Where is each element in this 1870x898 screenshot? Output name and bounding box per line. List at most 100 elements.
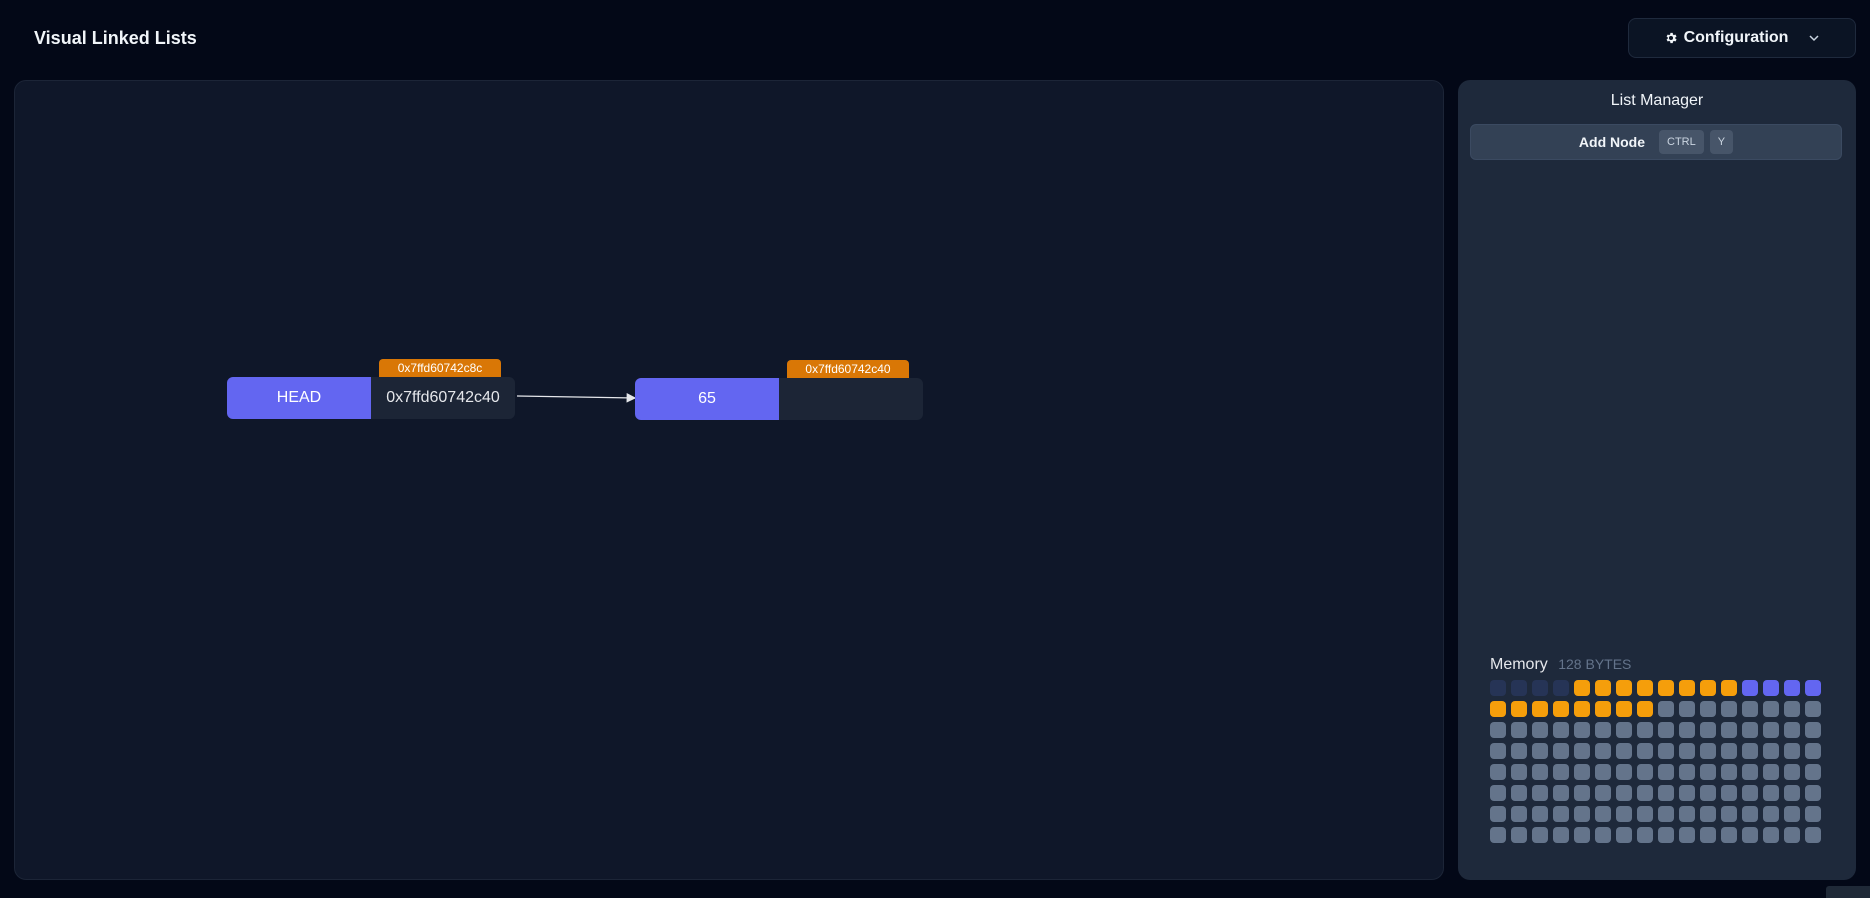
add-node-button[interactable]: Add Node CTRL Y xyxy=(1470,124,1842,160)
memory-cell xyxy=(1574,743,1590,759)
memory-cell xyxy=(1721,743,1737,759)
memory-cell xyxy=(1805,701,1821,717)
memory-cell xyxy=(1490,722,1506,738)
memory-cell xyxy=(1637,764,1653,780)
memory-cell xyxy=(1700,764,1716,780)
node-address-tag: 0x7ffd60742c40 xyxy=(787,360,909,378)
memory-cell xyxy=(1742,743,1758,759)
memory-cell xyxy=(1763,701,1779,717)
node-next-pointer: 0x7ffd60742c40 xyxy=(371,377,515,419)
memory-cell xyxy=(1595,806,1611,822)
memory-cell xyxy=(1595,764,1611,780)
memory-cell xyxy=(1490,743,1506,759)
memory-cell xyxy=(1553,764,1569,780)
memory-cell xyxy=(1637,722,1653,738)
memory-cell xyxy=(1532,806,1548,822)
memory-cell xyxy=(1490,680,1506,696)
memory-cell xyxy=(1679,764,1695,780)
memory-cell xyxy=(1511,701,1527,717)
memory-cell xyxy=(1658,785,1674,801)
memory-cell xyxy=(1679,701,1695,717)
memory-cell xyxy=(1784,680,1800,696)
panel-title: List Manager xyxy=(1610,92,1704,109)
memory-cell xyxy=(1616,785,1632,801)
memory-cell xyxy=(1700,827,1716,843)
memory-cell xyxy=(1805,722,1821,738)
memory-cell xyxy=(1700,722,1716,738)
configuration-button[interactable]: Configuration xyxy=(1628,18,1856,58)
memory-cell xyxy=(1700,785,1716,801)
memory-cell xyxy=(1616,743,1632,759)
memory-cell xyxy=(1532,764,1548,780)
memory-cell xyxy=(1784,722,1800,738)
memory-cell xyxy=(1595,722,1611,738)
memory-cell xyxy=(1490,701,1506,717)
memory-cell xyxy=(1784,701,1800,717)
memory-cell xyxy=(1511,827,1527,843)
memory-cell xyxy=(1763,827,1779,843)
memory-cell xyxy=(1763,785,1779,801)
memory-cell xyxy=(1595,785,1611,801)
memory-cell xyxy=(1742,827,1758,843)
memory-cell xyxy=(1574,680,1590,696)
memory-label: Memory xyxy=(1490,656,1548,673)
memory-cell xyxy=(1658,722,1674,738)
memory-cell xyxy=(1805,680,1821,696)
memory-cell xyxy=(1511,743,1527,759)
memory-cell xyxy=(1532,722,1548,738)
memory-cell xyxy=(1721,722,1737,738)
node-address-tag: 0x7ffd60742c8c xyxy=(379,359,501,377)
memory-cell xyxy=(1805,806,1821,822)
memory-cell xyxy=(1805,785,1821,801)
memory-cell xyxy=(1574,806,1590,822)
add-node-label: Add Node xyxy=(1578,134,1646,150)
memory-cell xyxy=(1574,785,1590,801)
memory-cell xyxy=(1763,806,1779,822)
memory-cell xyxy=(1637,743,1653,759)
memory-cell xyxy=(1763,722,1779,738)
memory-cell xyxy=(1595,701,1611,717)
memory-cell xyxy=(1553,743,1569,759)
memory-size: 128 BYTES xyxy=(1558,656,1632,672)
memory-cell xyxy=(1679,827,1695,843)
memory-cell xyxy=(1742,722,1758,738)
configuration-label: Configuration xyxy=(1683,29,1789,46)
memory-cell xyxy=(1595,743,1611,759)
node-value: 65 xyxy=(635,378,779,420)
list-canvas[interactable]: 0x7ffd60742c8c HEAD 0x7ffd60742c40 0x7ff… xyxy=(14,80,1444,880)
memory-cell xyxy=(1700,680,1716,696)
memory-cell xyxy=(1679,785,1695,801)
memory-cell xyxy=(1616,764,1632,780)
app-title: Visual Linked Lists xyxy=(34,28,197,48)
memory-header: Memory 128 BYTES xyxy=(1490,656,1631,674)
memory-cell xyxy=(1637,785,1653,801)
next-arrow xyxy=(516,393,637,403)
memory-cell xyxy=(1721,764,1737,780)
memory-cell xyxy=(1532,680,1548,696)
memory-cell xyxy=(1511,806,1527,822)
memory-cell xyxy=(1616,827,1632,843)
memory-cell xyxy=(1616,680,1632,696)
node-value: HEAD xyxy=(227,377,371,419)
memory-cell xyxy=(1784,743,1800,759)
memory-cell xyxy=(1721,701,1737,717)
memory-cell xyxy=(1700,701,1716,717)
memory-cell xyxy=(1637,701,1653,717)
memory-cell xyxy=(1532,827,1548,843)
memory-cell xyxy=(1700,743,1716,759)
memory-grid xyxy=(1490,680,1821,843)
memory-cell xyxy=(1637,680,1653,696)
memory-cell xyxy=(1721,680,1737,696)
memory-cell xyxy=(1637,806,1653,822)
memory-cell xyxy=(1574,722,1590,738)
memory-cell xyxy=(1553,680,1569,696)
memory-cell xyxy=(1742,680,1758,696)
memory-cell xyxy=(1658,806,1674,822)
memory-cell xyxy=(1763,764,1779,780)
memory-cell xyxy=(1658,680,1674,696)
memory-cell xyxy=(1574,701,1590,717)
memory-cell xyxy=(1553,701,1569,717)
memory-cell xyxy=(1532,743,1548,759)
memory-cell xyxy=(1490,764,1506,780)
memory-cell xyxy=(1595,827,1611,843)
